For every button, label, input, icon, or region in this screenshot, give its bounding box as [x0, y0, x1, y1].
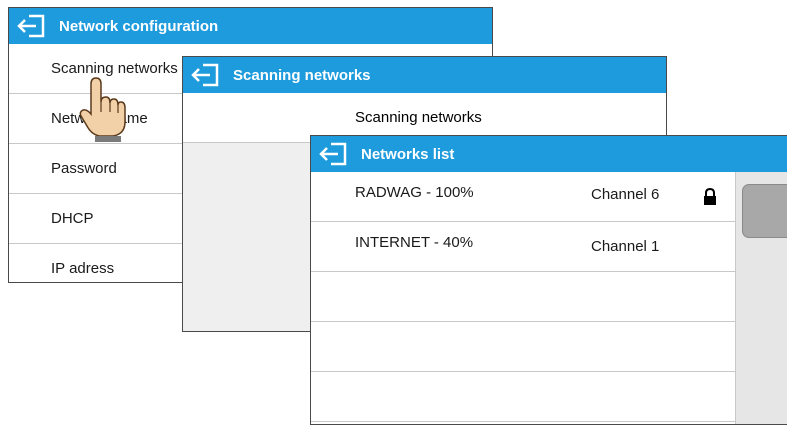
menu-item-label: IP adress — [51, 260, 115, 277]
networks-list: RADWAG - 100% Channel 6 INTERNET - 40% C… — [311, 172, 735, 424]
titlebar: Network configuration — [9, 8, 492, 44]
network-name: INTERNET - 40% — [355, 234, 474, 251]
back-button[interactable] — [313, 136, 353, 172]
status-text: Scanning networks — [355, 109, 482, 126]
page-title: Networks list — [361, 145, 455, 163]
empty-row — [311, 322, 735, 372]
lock-icon — [704, 188, 716, 205]
menu-item-label: Password — [51, 160, 117, 177]
scrollbar-thumb[interactable] — [742, 184, 787, 238]
back-arrow-icon — [17, 14, 45, 38]
page-title: Scanning networks — [233, 66, 371, 84]
menu-item-label: DHCP — [51, 210, 94, 227]
network-channel: Channel 6 — [591, 186, 660, 203]
scrollbar[interactable] — [735, 172, 787, 424]
empty-row — [311, 272, 735, 322]
titlebar: Scanning networks — [183, 57, 666, 93]
network-name: RADWAG - 100% — [355, 184, 474, 201]
menu-item-label: Scanning networks — [51, 60, 178, 77]
back-button[interactable] — [11, 8, 51, 44]
back-arrow-icon — [319, 142, 347, 166]
page-title: Network configuration — [59, 17, 219, 35]
back-arrow-icon — [191, 63, 219, 87]
network-row[interactable]: INTERNET - 40% Channel 1 — [311, 222, 735, 272]
hand-pointer-icon — [79, 77, 126, 142]
networks-list-panel: Networks list RADWAG - 100% Channel 6 IN… — [310, 135, 787, 425]
back-button[interactable] — [185, 57, 225, 93]
network-row[interactable]: RADWAG - 100% Channel 6 — [311, 172, 735, 222]
network-channel: Channel 1 — [591, 238, 660, 255]
empty-row — [311, 372, 735, 422]
titlebar: Networks list — [311, 136, 787, 172]
